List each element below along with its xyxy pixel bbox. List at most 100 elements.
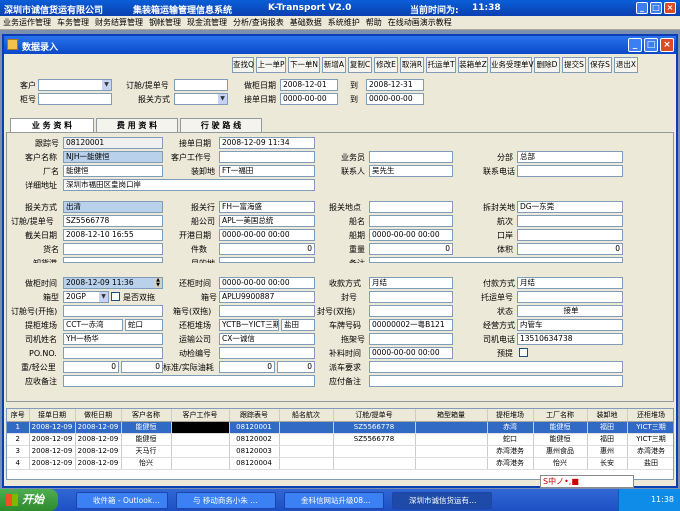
menu-item[interactable]: 钢帐管理 [146,16,184,30]
oil1-field[interactable]: 0 [219,361,275,373]
receivable-field[interactable] [63,375,315,387]
ship-order-field[interactable] [517,291,623,303]
task-outlook[interactable]: 收件箱 - Outlook… [76,492,168,509]
column-header[interactable]: 箱型箱量 [415,409,488,422]
trailer-field[interactable] [369,333,453,345]
cutoff-field[interactable]: 2008-12-10 16:55 [63,229,163,241]
submit-button[interactable]: 提交S [562,57,586,73]
column-header[interactable]: 提柜堆场 [487,409,534,422]
table-row[interactable]: 2 2008-12-09 2008-12-09 能健恒 08120002 SZ556677… [7,433,673,446]
volume-field[interactable]: 0 [517,243,623,255]
menu-item[interactable]: 基础数据 [287,16,325,30]
copy-button[interactable]: 复制C [348,57,372,73]
find-button[interactable]: 查找Q [232,57,254,73]
yard2-field[interactable]: 蛇口 [125,319,163,331]
menu-item[interactable]: 分析/查询报表 [230,16,287,30]
minimize-icon[interactable]: _ [628,38,642,52]
factory-field[interactable]: 能健恒 [63,165,163,177]
prev-button[interactable]: 上一单P [256,57,286,73]
bill-filter[interactable] [38,93,112,105]
carrier-field[interactable]: CX一诚信 [219,333,315,345]
column-header[interactable]: 客户名称 [121,409,172,422]
task-im[interactable]: 与 移动商务小朱 … [176,492,276,509]
delete-button[interactable]: 删除D [534,57,560,73]
collect-field[interactable]: 月结 [369,277,453,289]
ime-toolbar[interactable]: S中ノ•,■ [540,475,634,488]
plate-field[interactable]: 00000002一粤B121 [369,319,453,331]
column-header[interactable]: 序号 [7,409,30,422]
unload-field[interactable] [63,257,163,263]
receive-date-from[interactable]: 0000-00-00 [280,93,338,105]
pieces-field[interactable]: 0 [219,243,315,255]
order-field[interactable]: SZ5566778 [63,215,163,227]
dispatch-field[interactable] [369,361,623,373]
cno2-field[interactable] [219,305,315,317]
receive-date-to[interactable]: 0000-00-00 [366,93,424,105]
track-no-field[interactable]: 08120001 [63,137,163,149]
customs-field[interactable]: DG一东莞 [517,201,623,213]
column-header[interactable]: 跟踪表号 [229,409,280,422]
cust-name-field[interactable]: NJH一能健恒 [63,151,163,163]
next-button[interactable]: 下一单N [288,57,320,73]
maximize-icon[interactable]: □ [644,38,658,52]
clock[interactable]: 11:38 [651,495,674,504]
branch-field[interactable]: 总部 [517,151,623,163]
contact-tel-field[interactable] [517,165,623,177]
menu-item[interactable]: 在线动画演示教程 [385,16,455,30]
port-field[interactable] [517,229,623,241]
close-icon[interactable]: × [664,2,676,14]
load-field[interactable]: FT一福田 [219,165,315,177]
fuel2-field[interactable]: 0 [121,361,163,373]
receive-date-field[interactable]: 2008-12-09 11:34 [219,137,315,149]
cno-field[interactable]: APLU9900887 [219,291,315,303]
column-header[interactable]: 工厂名称 [533,409,588,422]
ship-co-field[interactable]: APL一美国总统 [219,215,315,227]
ryard-field[interactable]: YCTB一YICT三期 [219,319,279,331]
seal2-field[interactable] [369,305,453,317]
plug-field[interactable] [219,347,315,359]
ctype-field[interactable]: 20GP ▼ [63,291,109,303]
menu-item[interactable]: 车务管理 [54,16,92,30]
restore-icon[interactable]: □ [650,2,662,14]
menu-item[interactable]: 财务结算管理 [92,16,146,30]
address-field[interactable]: 深圳市福田区皇岗口岸 [63,179,315,191]
yard-field[interactable]: CCT一赤湾 [63,319,123,331]
table-row[interactable]: 4 2008-12-09 2008-12-09 怡兴 08120004 赤湾港务 怡兴 长安盐… [7,457,673,470]
customer-filter[interactable]: ▼ [38,79,112,91]
declare-co-field[interactable]: FH一富海盛 [219,201,315,213]
driver-tel-field[interactable]: 13510634738 [517,333,623,345]
minimize-icon[interactable]: _ [636,2,648,14]
ryard2-field[interactable]: 盐田 [281,319,315,331]
fuel1-field[interactable]: 0 [63,361,119,373]
task-kt[interactable]: 深圳市诚信货运有… [392,492,492,509]
double-checkbox[interactable] [111,292,120,301]
task-website[interactable]: 金科信网站升级08… [284,492,384,509]
consign-button[interactable]: 托运单T [426,57,456,73]
voyage-field[interactable] [517,215,623,227]
contact-field[interactable]: 吴先生 [369,165,453,177]
column-header[interactable]: 装卸地 [587,409,628,422]
start-button[interactable]: 开始 [0,489,58,511]
salesman-field[interactable] [369,151,453,163]
exit-button[interactable]: 退出X [614,57,638,73]
order-filter[interactable] [174,79,228,91]
tab-route[interactable]: 行 驶 路 线 [180,118,262,132]
column-header[interactable]: 船名航次 [279,409,334,422]
ship-name-field[interactable] [369,215,453,227]
goods-field[interactable] [63,243,163,255]
edit-button[interactable]: 修改E [374,57,398,73]
weight-field[interactable]: 0 [369,243,453,255]
status-field[interactable]: 接单 [517,305,623,317]
new-button[interactable]: 新增A [322,57,346,73]
manager-field[interactable]: 内管车 [517,319,623,331]
menu-item[interactable]: 系统维护 [325,16,363,30]
menu-item[interactable]: 帮助 [363,16,385,30]
precharge-checkbox[interactable] [519,348,528,357]
table-row[interactable]: 1 2008-12-09 2008-12-09 能健恒 08120001 SZ556677… [7,421,673,434]
tab-fees[interactable]: 费 用 资 料 [96,118,178,132]
packing-button[interactable]: 装箱单Z [458,57,488,73]
payable-field[interactable] [369,375,623,387]
menu-item[interactable]: 现金流管理 [184,16,230,30]
return-date-field[interactable]: 0000-00-00 00:00 [219,277,315,289]
driver-field[interactable]: YH一杨华 [63,333,163,345]
